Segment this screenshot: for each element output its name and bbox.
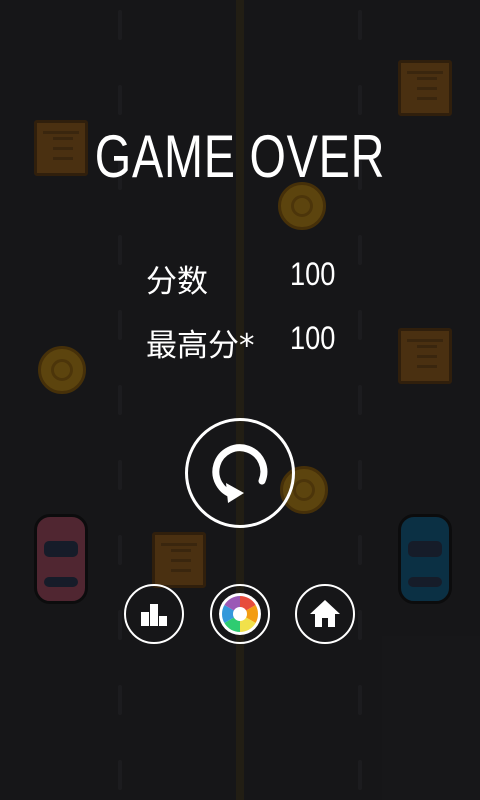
leaderboard-button[interactable] (124, 584, 184, 644)
camera-aperture-icon (219, 593, 261, 635)
home-icon (310, 600, 340, 627)
game-over-title: GAME OVER (94, 123, 386, 190)
home-button[interactable] (295, 584, 355, 644)
share-button[interactable] (210, 584, 270, 644)
best-score-label: 最高分* (146, 328, 255, 364)
leaderboard-icon (141, 604, 167, 626)
restart-button[interactable] (185, 418, 295, 528)
best-score-value: 100 (290, 320, 336, 356)
game-stage: GAME OVER 分数 100 最高分* 100 (0, 0, 480, 800)
score-label: 分数 (146, 264, 208, 300)
game-over-overlay: GAME OVER 分数 100 最高分* 100 (0, 0, 480, 800)
restart-icon (212, 444, 268, 503)
score-value: 100 (290, 256, 336, 292)
